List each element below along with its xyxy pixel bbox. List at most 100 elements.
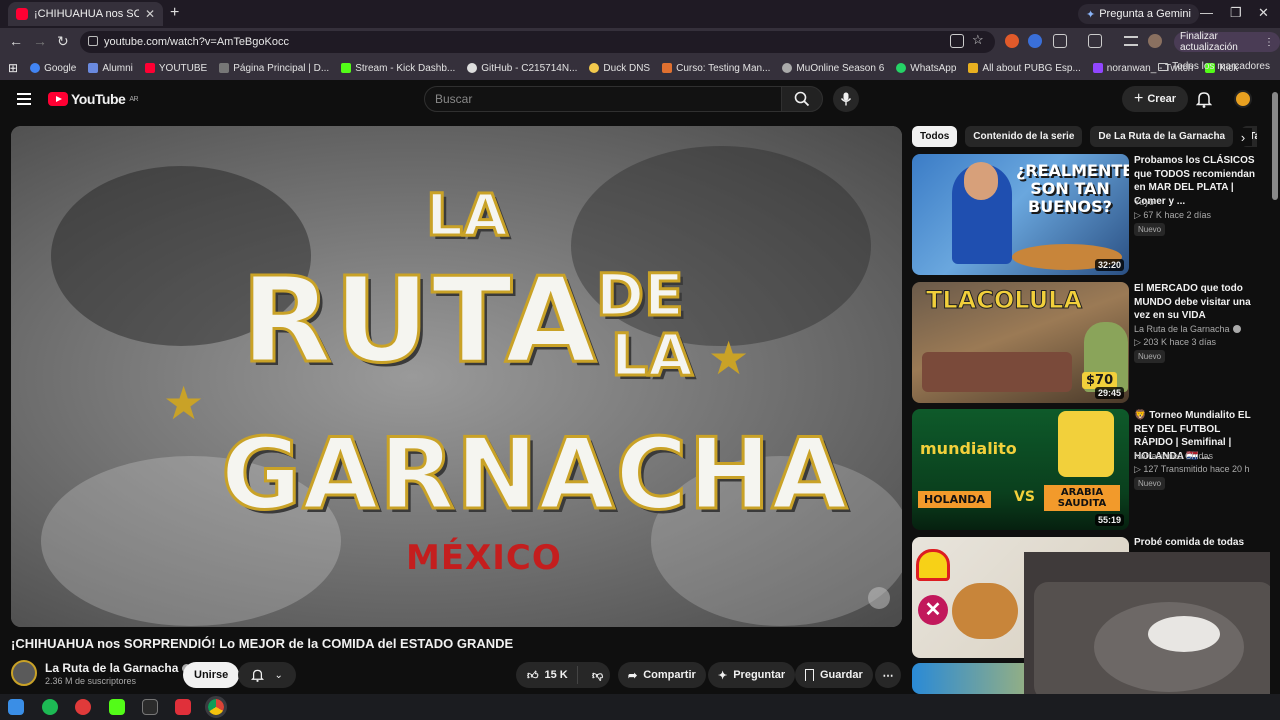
account-avatar[interactable] — [1234, 90, 1252, 108]
bookmark-star-icon[interactable]: ☆ — [972, 32, 986, 47]
browser-tab[interactable]: ¡CHIHUAHUA nos SORPRENDIÓ! ✕ — [8, 2, 163, 26]
apps-grid-icon[interactable]: ⊞ — [8, 61, 18, 75]
address-bar[interactable]: youtube.com/watch?v=AmTeBgoKocc — [80, 31, 995, 53]
bookmark-github[interactable]: GitHub - C215714N... — [467, 63, 577, 74]
cast-icon[interactable] — [950, 34, 964, 48]
channel-name[interactable]: La Ruta de la Garnacha — [45, 661, 192, 675]
join-button[interactable]: Unirse — [183, 662, 240, 688]
save-button[interactable]: Guardar — [795, 662, 873, 688]
title-word-ruta: RUTA — [239, 251, 599, 389]
create-label: Crear — [1147, 93, 1177, 105]
bookmark-kick-dashboard[interactable]: Stream - Kick Dashb... — [341, 63, 455, 74]
bookmark-muonline[interactable]: MuOnline Season 6 — [782, 63, 884, 74]
shell-logo — [916, 549, 950, 581]
reading-list-icon[interactable] — [1124, 36, 1138, 46]
gemini-button[interactable]: ✦ Pregunta a Gemini — [1078, 4, 1199, 24]
whatsapp-icon — [896, 63, 907, 73]
like-count: 15 K — [544, 669, 568, 681]
windows-start-icon[interactable] — [8, 699, 24, 715]
like-dislike-group: 👍︎ 15 K 👎︎ — [516, 662, 610, 688]
bookmark-whatsapp[interactable]: WhatsApp — [896, 63, 956, 74]
minimize-icon[interactable]: — — [1200, 5, 1213, 20]
share-arrow-icon: ➦ — [628, 669, 638, 682]
like-button[interactable]: 👍︎ 15 K — [516, 666, 578, 684]
plus-icon: + — [1134, 90, 1144, 107]
bookmark-pubg[interactable]: All about PUBG Esp... — [968, 63, 1081, 74]
app-red-icon[interactable] — [75, 699, 91, 715]
sparkle-icon: ✦ — [718, 669, 728, 682]
voice-search-button[interactable] — [833, 86, 859, 112]
update-button[interactable]: Finalizar actualización ⋮ — [1174, 31, 1280, 53]
all-bookmarks-button[interactable]: Todos los marcadores — [1158, 61, 1270, 72]
dislike-button[interactable]: 👎︎ — [584, 669, 603, 682]
rec-title[interactable]: El MERCADO que todo MUNDO debe visitar u… — [1134, 282, 1260, 323]
chip-todos[interactable]: Todos — [912, 126, 958, 147]
terminal-icon[interactable] — [142, 699, 158, 715]
rec-channel[interactable]: Yuyo — [1134, 197, 1154, 207]
channel-avatar[interactable] — [11, 660, 37, 686]
share-button[interactable]: ➦ Compartir — [618, 662, 706, 688]
youtube-favicon-icon — [16, 8, 28, 20]
chip-series[interactable]: Contenido de la serie — [965, 126, 1083, 147]
create-button[interactable]: + Crear — [1122, 86, 1189, 112]
rec-channel[interactable]: La Ruta de la Garnacha — [1134, 324, 1241, 334]
spotify-icon[interactable] — [42, 699, 58, 715]
bookmark-alumni[interactable]: Alumni — [88, 63, 133, 74]
google-icon — [30, 63, 41, 73]
rec-channel[interactable]: Narraciones Chidas — [1134, 451, 1213, 461]
chevron-down-icon: ⌄ — [274, 669, 283, 681]
team-2: ARABIA SAUDITA — [1044, 485, 1120, 511]
bookmarks-bar: ⊞ Google Alumni YOUTUBE Página Principal… — [0, 56, 1280, 80]
rec-thumbnail[interactable]: TLACOLULA $70 29:45 — [912, 282, 1129, 403]
video-duration: 32:20 — [1094, 259, 1124, 271]
youtube-icon — [144, 63, 155, 73]
subscription-notifications-button[interactable]: ⌄ — [238, 662, 296, 688]
app-icon[interactable] — [175, 699, 191, 715]
gemini-label: Pregunta a Gemini — [1099, 8, 1191, 20]
more-horizontal-icon: ⋯ — [882, 669, 894, 682]
chrome-icon[interactable] — [205, 696, 227, 718]
title-word-de: DE — [595, 261, 686, 329]
chip-channel[interactable]: De La Ruta de la Garnacha — [1090, 126, 1234, 147]
rec-meta: ▷ 67 K hace 2 días — [1134, 210, 1211, 220]
notifications-bell-icon[interactable] — [1195, 90, 1213, 113]
bookmark-youtube[interactable]: YOUTUBE — [144, 63, 207, 74]
bookmark-pagina-principal[interactable]: Página Principal | D... — [219, 63, 329, 74]
more-actions-button[interactable]: ⋯ — [875, 662, 901, 688]
back-arrow-icon[interactable]: ← — [9, 33, 23, 49]
kick-taskbar-icon[interactable] — [109, 699, 125, 715]
more-menu-icon[interactable]: ⋮ — [1264, 37, 1274, 48]
extensions-puzzle-icon[interactable] — [1053, 34, 1067, 48]
rec-thumbnail[interactable]: mundialito HOLANDA VS ARABIA SAUDITA 55:… — [912, 409, 1129, 530]
rec-meta: ▷ 127 Transmitido hace 20 h — [1134, 464, 1250, 474]
youtube-logo[interactable]: YouTube AR — [48, 91, 139, 107]
star-icon: ★ — [708, 332, 750, 384]
rec-title[interactable]: Probé comida de todas las — [1134, 536, 1260, 550]
video-player[interactable]: LA RUTA DE LA GARNACHA MÉXICO ★ ★ — [11, 126, 902, 627]
bookmark-google[interactable]: Google — [30, 63, 76, 74]
reload-icon[interactable]: ↻ — [57, 33, 69, 50]
bookmark-curso-testing[interactable]: Curso: Testing Man... — [662, 63, 770, 74]
new-tab-button[interactable]: + — [170, 4, 179, 22]
extension-icon[interactable] — [1005, 34, 1019, 48]
hamburger-menu-icon[interactable] — [17, 93, 31, 105]
forward-arrow-icon[interactable]: → — [33, 33, 47, 49]
bookmark-duckdns[interactable]: Duck DNS — [589, 63, 650, 74]
profile-avatar-icon[interactable] — [1148, 34, 1162, 48]
tab-search-icon[interactable] — [1088, 34, 1102, 48]
chevron-right-icon[interactable]: › — [1234, 128, 1252, 146]
video-duration: 29:45 — [1094, 387, 1124, 399]
site-info-icon[interactable] — [88, 36, 98, 46]
search-input[interactable]: Buscar — [424, 86, 782, 112]
rec-thumbnail[interactable]: ¿REALMENTE SON TAN BUENOS? 32:20 — [912, 154, 1129, 275]
course-icon — [662, 63, 673, 73]
search-button[interactable] — [781, 86, 823, 112]
channel-watermark-icon[interactable] — [868, 587, 890, 609]
thumb-overlay-text: mundialito — [920, 439, 1017, 458]
scrollbar-thumb[interactable] — [1272, 92, 1278, 200]
close-window-icon[interactable]: ✕ — [1258, 5, 1269, 21]
maximize-icon[interactable]: ❐ — [1230, 5, 1242, 21]
ask-button[interactable]: ✦ Preguntar — [708, 662, 796, 688]
close-tab-icon[interactable]: ✕ — [145, 7, 155, 21]
extension-audio-icon[interactable] — [1028, 34, 1042, 48]
